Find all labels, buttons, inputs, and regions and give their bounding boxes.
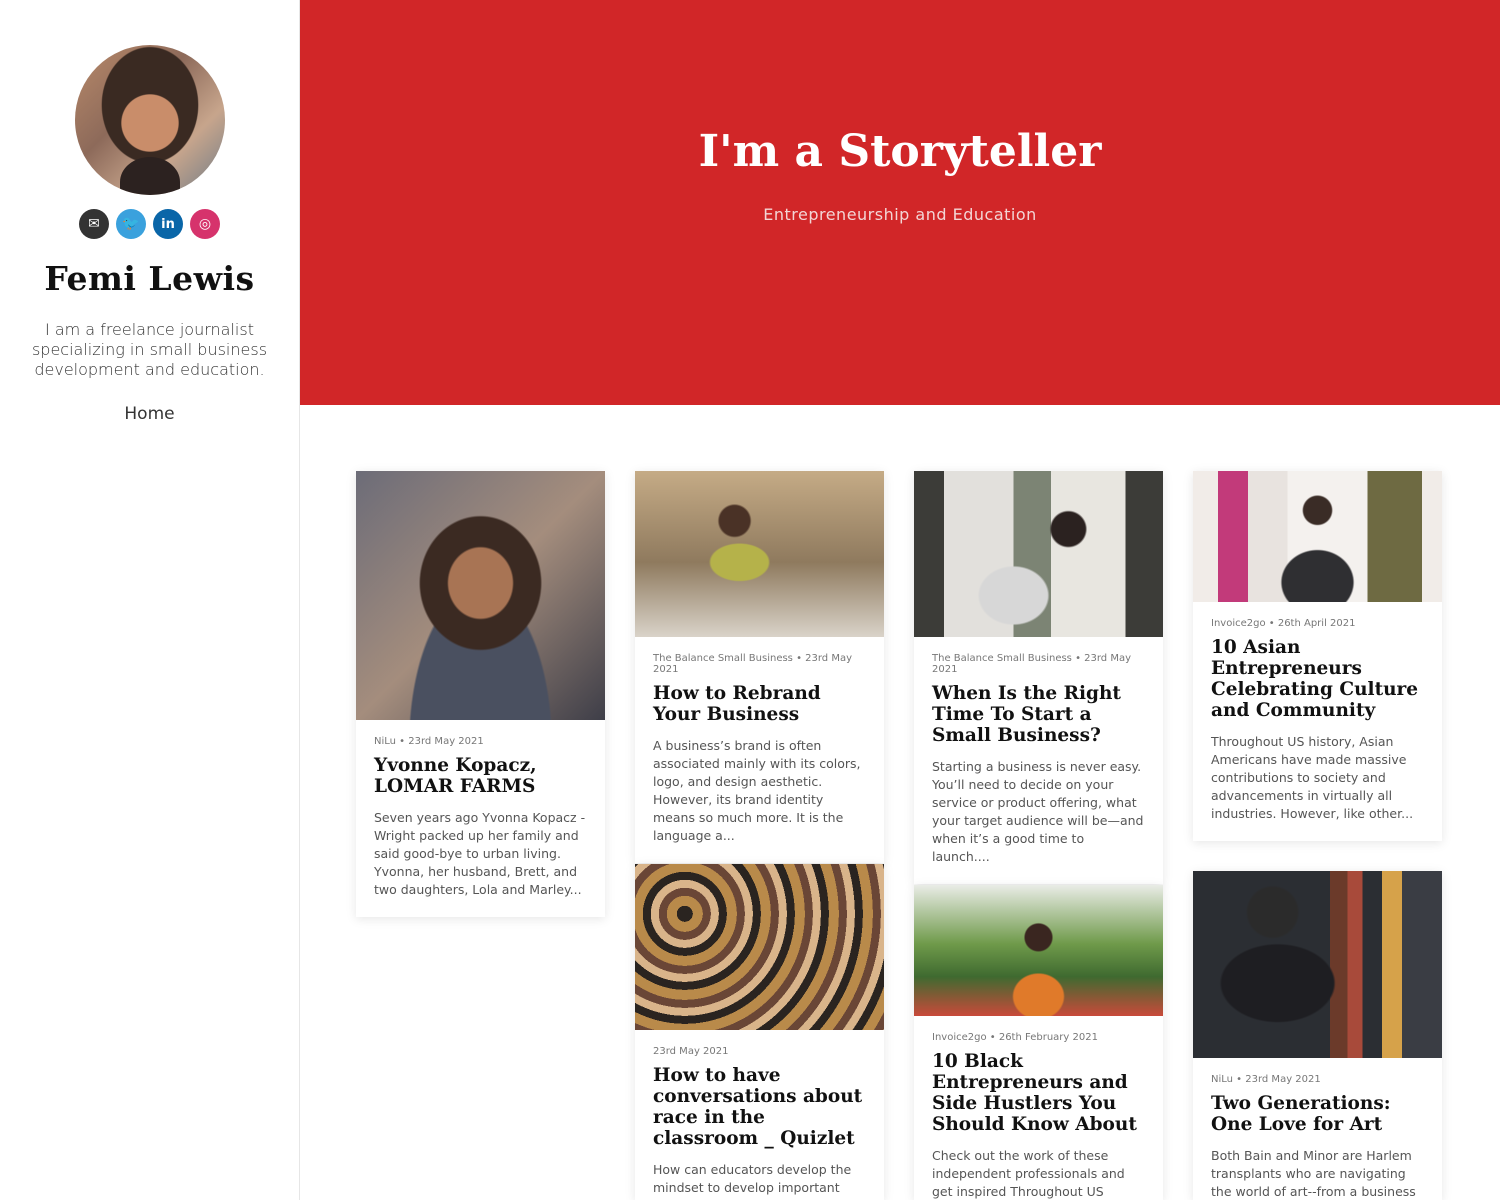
sidebar: ✉ 🐦 in ◎ Femi Lewis I am a freelance jou… [0,0,300,1200]
post-image [1193,471,1442,602]
post-title[interactable]: Yvonne Kopacz, LOMAR FARMS [374,755,587,797]
post-excerpt: Both Bain and Minor are Harlem transplan… [1211,1148,1416,1199]
post-title[interactable]: 10 Asian Entrepreneurs Celebrating Cultu… [1211,637,1424,721]
hero-banner: I'm a Storyteller Entrepreneurship and E… [300,0,1500,405]
post-card[interactable]: NiLu • 23rd May 2021 Two Generations: On… [1193,871,1442,1200]
mail-icon[interactable]: ✉ [79,209,109,239]
author-bio: I am a freelance journalist specializing… [31,320,268,379]
post-title[interactable]: When Is the Right Time To Start a Small … [932,683,1145,746]
linkedin-icon[interactable]: in [153,209,183,239]
post-excerpt: Throughout US history, Asian Americans h… [1211,734,1414,821]
post-card[interactable]: The Balance Small Business • 23rd May 20… [914,471,1163,884]
post-excerpt: Check out the work of these independent … [932,1148,1125,1199]
post-image [635,471,884,637]
post-meta: NiLu • 23rd May 2021 [374,736,484,747]
twitter-icon[interactable]: 🐦 [116,209,146,239]
post-meta: The Balance Small Business • 23rd May 20… [932,653,1132,675]
post-meta: NiLu • 23rd May 2021 [1211,1074,1321,1085]
post-meta: The Balance Small Business • 23rd May 20… [653,653,853,675]
post-card[interactable]: Invoice2go • 26th April 2021 10 Asian En… [1193,471,1442,841]
post-image [1193,871,1442,1058]
post-image [635,864,884,1030]
post-excerpt: Seven years ago Yvonna Kopacz - Wright p… [374,810,586,897]
post-meta: Invoice2go • 26th April 2021 [1211,618,1356,629]
post-meta: Invoice2go • 26th February 2021 [932,1032,1098,1043]
social-links: ✉ 🐦 in ◎ [79,209,220,239]
post-image [356,471,605,720]
instagram-icon[interactable]: ◎ [190,209,220,239]
post-excerpt: Starting a business is never easy. You’l… [932,759,1144,864]
nav-home-link[interactable]: Home [124,404,174,424]
post-card[interactable]: The Balance Small Business • 23rd May 20… [635,471,884,863]
post-title[interactable]: Two Generations: One Love for Art [1211,1093,1424,1135]
post-title[interactable]: 10 Black Entrepreneurs and Side Hustlers… [932,1051,1145,1135]
hero-title: I'm a Storyteller [698,126,1102,177]
avatar [74,45,225,195]
post-card[interactable]: Invoice2go • 26th February 2021 10 Black… [914,885,1163,1200]
post-card[interactable]: 23rd May 2021 How to have conversations … [635,864,884,1200]
post-title[interactable]: How to have conversations about race in … [653,1065,866,1149]
post-card[interactable]: NiLu • 23rd May 2021 Yvonne Kopacz, LOMA… [356,471,605,917]
post-title[interactable]: How to Rebrand Your Business [653,683,866,725]
hero-subtitle: Entrepreneurship and Education [763,205,1037,224]
post-meta: 23rd May 2021 [653,1046,729,1057]
post-image [914,471,1163,637]
author-name: Femi Lewis [44,259,255,298]
post-excerpt: How can educators develop the mindset to… [653,1162,852,1195]
post-image [914,885,1163,1016]
post-excerpt: A business’s brand is often associated m… [653,738,861,843]
